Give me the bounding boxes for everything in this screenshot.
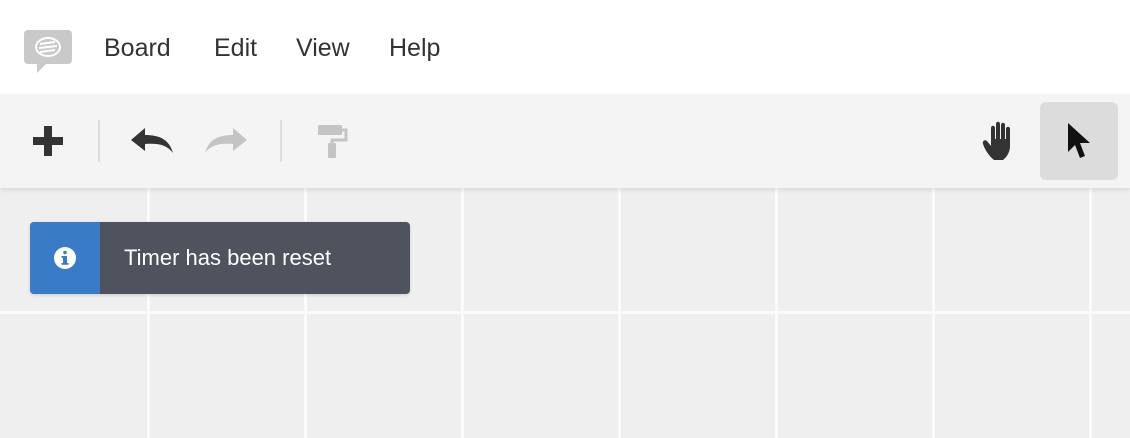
undo-button[interactable] bbox=[122, 111, 182, 171]
redo-button[interactable] bbox=[196, 111, 256, 171]
format-painter-button[interactable] bbox=[302, 111, 362, 171]
add-button[interactable] bbox=[18, 111, 78, 171]
menu-view[interactable]: View bbox=[296, 32, 350, 64]
cursor-arrow-icon bbox=[1068, 123, 1090, 158]
redo-icon bbox=[205, 128, 247, 153]
menu-bar: Board Edit View Help bbox=[0, 0, 1130, 94]
hand-icon bbox=[982, 121, 1010, 160]
menu-board[interactable]: Board bbox=[104, 32, 171, 64]
toolbar bbox=[0, 94, 1130, 188]
menu-edit[interactable]: Edit bbox=[214, 32, 257, 64]
menu-help[interactable]: Help bbox=[389, 32, 440, 64]
select-tool-button[interactable] bbox=[1040, 102, 1118, 180]
toast-icon-container bbox=[30, 222, 100, 294]
speech-bubble-logo-icon[interactable] bbox=[23, 29, 73, 75]
plus-icon bbox=[33, 126, 63, 156]
toast-message: Timer has been reset bbox=[124, 245, 332, 270]
toolbar-divider bbox=[280, 120, 282, 162]
info-icon bbox=[54, 247, 76, 269]
toast-notification: Timer has been reset bbox=[30, 222, 410, 294]
undo-icon bbox=[131, 128, 173, 153]
paint-roller-icon bbox=[318, 125, 348, 158]
pan-tool-button[interactable] bbox=[971, 111, 1031, 171]
toolbar-divider bbox=[98, 120, 100, 162]
